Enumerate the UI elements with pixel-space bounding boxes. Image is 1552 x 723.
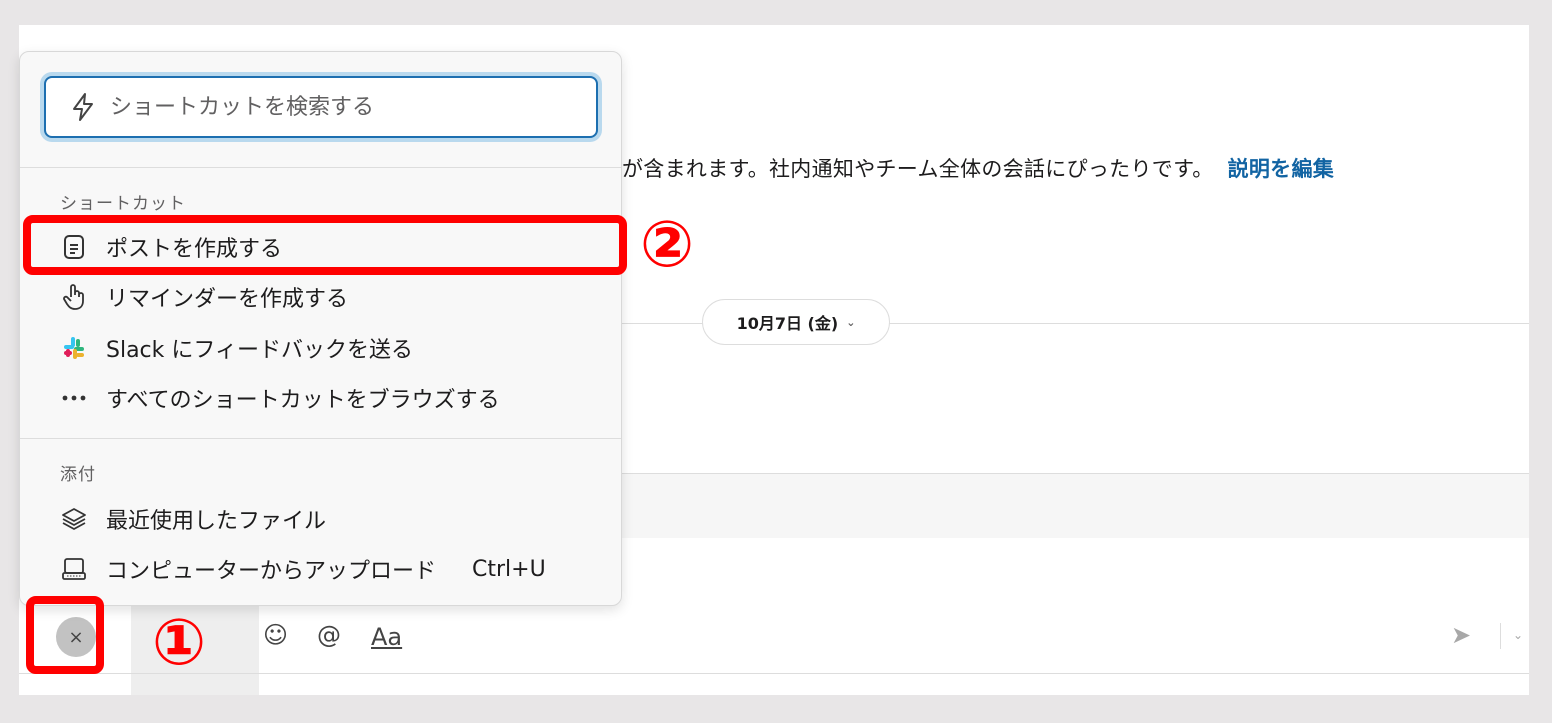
menu-item-slack-feedback[interactable]: Slack にフィードバックを送る: [20, 325, 621, 371]
annotation-marker-2: ②: [640, 208, 695, 282]
menu-item-recent-files[interactable]: 最近使用したファイル: [20, 496, 621, 542]
shortcuts-menu: ショートカット ポストを作成する リマインダーを作成する: [19, 51, 622, 606]
menu-item-label: コンピューターからアップロード: [106, 559, 437, 584]
menu-divider: [20, 167, 621, 168]
menu-item-label: リマインダーを作成する: [106, 287, 349, 312]
mention-icon[interactable]: @: [317, 621, 341, 649]
emoji-icon[interactable]: ☺: [263, 621, 288, 649]
shortcut-search-input[interactable]: [108, 93, 572, 121]
annotation-marker-1: ①: [152, 606, 207, 680]
composer-bottom-border: [19, 673, 1529, 674]
send-icon[interactable]: ➤: [1451, 621, 1471, 649]
annotation-highlight-create-post: [23, 215, 627, 275]
send-separator: [1500, 623, 1501, 649]
menu-item-label: すべてのショートカットをブラウズする: [106, 388, 500, 413]
menu-item-label: Slack にフィードバックを送る: [106, 338, 413, 363]
chevron-down-icon: ⌄: [846, 315, 856, 329]
menu-item-create-reminder[interactable]: リマインダーを作成する: [20, 274, 621, 320]
date-pill[interactable]: 10月7日 (金) ⌄: [702, 299, 890, 345]
format-button[interactable]: Aa: [371, 623, 402, 651]
shortcuts-section-label: ショートカット: [60, 194, 186, 214]
channel-description-text: が含まれます。社内通知やチーム全体の会話にぴったりです。: [622, 157, 1214, 181]
layers-icon: [60, 505, 88, 533]
hand-pointer-icon: [60, 283, 88, 311]
attachments-section-label: 添付: [60, 465, 96, 485]
channel-description: が含まれます。社内通知やチーム全体の会話にぴったりです。 説明を編集: [622, 153, 1334, 183]
menu-item-label: 最近使用したファイル: [106, 509, 327, 534]
slack-logo-icon: [60, 334, 88, 362]
send-options-chevron-icon[interactable]: ⌄: [1513, 628, 1523, 642]
lightning-icon: [73, 93, 93, 121]
date-label: 10月7日 (金): [736, 314, 839, 333]
edit-description-link[interactable]: 説明を編集: [1228, 157, 1335, 181]
menu-divider: [20, 438, 621, 439]
computer-icon: [60, 555, 88, 583]
annotation-highlight-close-button: [26, 596, 104, 674]
menu-item-upload-from-computer[interactable]: コンピューターからアップロード Ctrl+U: [20, 546, 621, 592]
keyboard-shortcut-label: Ctrl+U: [472, 556, 546, 582]
more-dots-icon: [60, 384, 88, 412]
menu-item-browse-shortcuts[interactable]: すべてのショートカットをブラウズする: [20, 375, 621, 421]
shortcut-search-box[interactable]: [44, 76, 598, 138]
